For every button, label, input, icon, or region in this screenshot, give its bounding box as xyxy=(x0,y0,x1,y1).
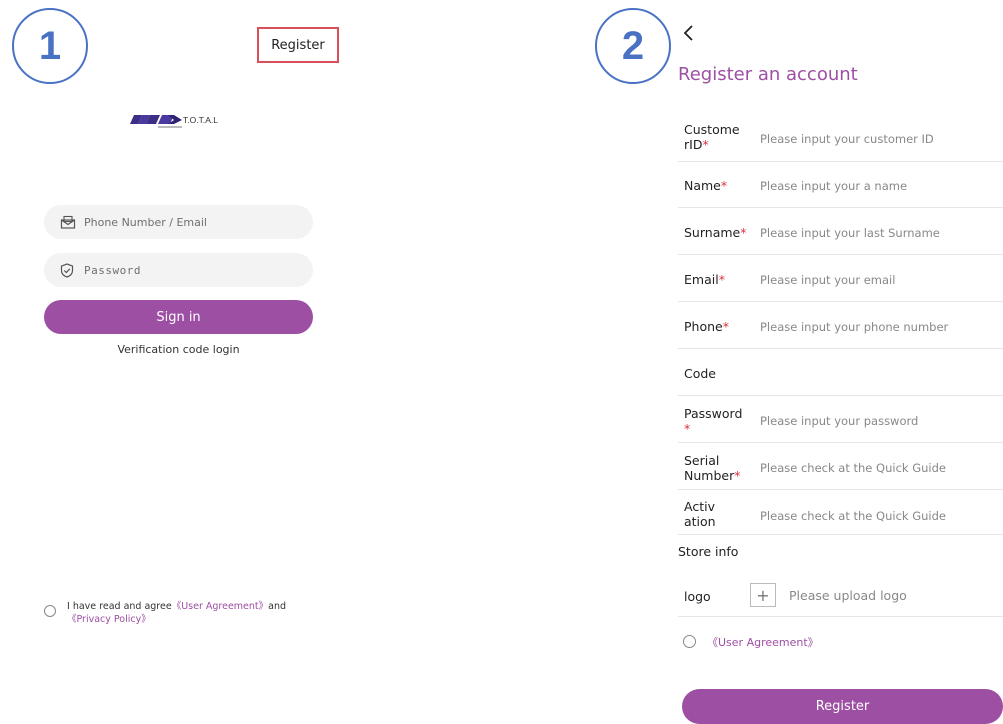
verification-code-login-link[interactable]: Verification code login xyxy=(44,343,313,356)
svg-text:T.O.T.A.L: T.O.T.A.L xyxy=(183,115,218,125)
password-row: Password * xyxy=(678,397,1003,443)
surname-row: Surname* xyxy=(678,209,1003,255)
logo-label: logo xyxy=(684,589,711,604)
step-1-badge: 1 xyxy=(12,8,88,84)
activation-label: Activ ation xyxy=(684,499,716,529)
customer-id-row: Custome rID* xyxy=(678,116,1003,162)
phone-input[interactable] xyxy=(760,320,1000,334)
customer-id-input[interactable] xyxy=(760,132,1000,146)
user-agreement-link[interactable]: 《User Agreement》 xyxy=(172,601,268,612)
agree-radio[interactable] xyxy=(44,605,56,617)
email-input[interactable] xyxy=(760,273,1000,287)
register-title: Register an account xyxy=(678,64,858,85)
code-input[interactable] xyxy=(760,367,1000,381)
back-button[interactable] xyxy=(682,22,696,44)
register-user-agreement-link[interactable]: 《User Agreement》 xyxy=(707,634,819,650)
brand-logo: T.O.T.A.L xyxy=(128,112,228,130)
sign-in-button[interactable]: Sign in xyxy=(44,300,313,334)
name-label: Name* xyxy=(684,178,728,193)
password-field[interactable] xyxy=(44,253,313,287)
register-link[interactable]: Register xyxy=(257,27,339,63)
logo-row: logo + Please upload logo xyxy=(678,577,1003,617)
surname-label: Surname* xyxy=(684,225,747,240)
brand-logo-icon: T.O.T.A.L xyxy=(130,115,218,128)
password-input[interactable] xyxy=(84,263,284,277)
name-input[interactable] xyxy=(760,179,1000,193)
shield-icon xyxy=(60,262,76,278)
serial-number-label: Serial Number* xyxy=(684,453,741,483)
email-label: Email* xyxy=(684,272,725,287)
mail-icon xyxy=(60,214,76,230)
activation-row: Activ ation xyxy=(678,491,1003,535)
register-button[interactable]: Register xyxy=(682,689,1003,724)
name-row: Name* xyxy=(678,162,1003,208)
register-agree-radio[interactable] xyxy=(683,635,696,648)
email-row: Email* xyxy=(678,256,1003,302)
phone-label: Phone* xyxy=(684,319,729,334)
store-info-heading: Store info xyxy=(678,544,739,559)
agreement-text: I have read and agree《User Agreement》and… xyxy=(67,601,287,625)
register-password-input[interactable] xyxy=(760,414,1000,428)
serial-number-input[interactable] xyxy=(760,461,1000,475)
plus-icon: + xyxy=(756,585,770,605)
upload-logo-placeholder: Please upload logo xyxy=(789,588,907,603)
phone-email-input[interactable] xyxy=(84,215,284,229)
code-label: Code xyxy=(684,366,717,381)
phone-email-field[interactable] xyxy=(44,205,313,239)
serial-number-row: Serial Number* xyxy=(678,444,1003,490)
chevron-left-icon xyxy=(683,25,693,41)
upload-logo-button[interactable]: + xyxy=(750,583,776,607)
activation-input[interactable] xyxy=(760,509,1000,523)
step-2-badge: 2 xyxy=(595,8,671,84)
customer-id-label: Custome rID* xyxy=(684,122,740,152)
phone-row: Phone* xyxy=(678,303,1003,349)
privacy-policy-link[interactable]: 《Privacy Policy》 xyxy=(67,614,151,625)
password-label: Password * xyxy=(684,406,743,436)
code-row: Code xyxy=(678,350,1003,396)
surname-input[interactable] xyxy=(760,226,1000,240)
